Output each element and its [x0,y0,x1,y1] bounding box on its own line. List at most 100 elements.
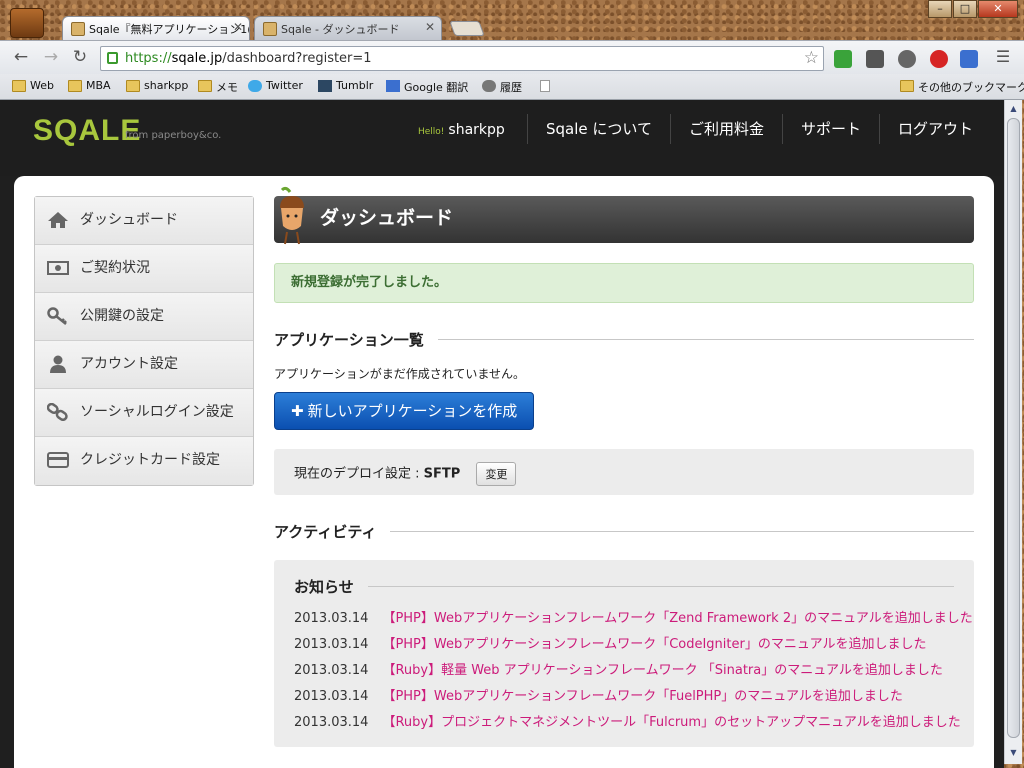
extension-translate-icon[interactable] [960,50,978,68]
bookmark-web[interactable]: Web [12,79,54,92]
news-link[interactable]: 【PHP】Webアプリケーションフレームワーク「CodeIgniter」のマニュ… [382,637,926,652]
nav-pricing[interactable]: ご利用料金 [669,114,782,144]
nav-logout[interactable]: ログアウト [878,114,991,144]
close-tab-icon[interactable]: ✕ [425,20,435,34]
sidebar-menu: ダッシュボード ご契約状況 公開鍵の設定 アカウント設定 ソーシャルログイン設定… [34,196,254,486]
browser-app-icon[interactable] [10,8,44,38]
applications-heading: アプリケーション一覧 [274,329,974,350]
site-nav: Sqale について ご利用料金 サポート ログアウト [527,114,991,144]
site-header: SQALE from paperboy&co. Hello! sharkpp Sq… [0,100,1004,176]
folder-icon [126,80,140,92]
close-tab-icon[interactable]: ✕ [233,20,243,34]
clock-icon [482,80,496,92]
twitter-icon [248,80,262,92]
news-box: お知らせ 2013.03.14 【PHP】Webアプリケーションフレームワーク「Z… [274,560,974,747]
deploy-label: 現在のデプロイ設定 : [294,466,424,482]
home-icon [48,212,68,228]
back-icon[interactable]: ← [10,47,32,69]
divider [367,586,954,587]
bookmark-other[interactable]: その他のブックマーク [900,79,1024,95]
address-bar[interactable]: https://sqale.jp/dashboard?register=1 ☆ [100,46,824,71]
extension-rss-icon[interactable] [898,50,916,68]
sidebar-item-label: 公開鍵の設定 [80,308,164,324]
tumblr-icon [318,80,332,92]
menu-icon[interactable]: ☰ [992,47,1014,69]
browser-chrome: Sqale『無料アプリケーション1( ✕ Sqale - ダッシュボード ✕ –… [0,0,1024,100]
bookmark-tumblr[interactable]: Tumblr [318,79,373,92]
browser-toolbar: ← → ↻ https://sqale.jp/dashboard?registe… [0,40,1024,74]
news-date: 2013.03.14 [294,611,369,626]
favicon-icon [263,22,277,36]
nav-about[interactable]: Sqale について [527,114,670,144]
reload-icon[interactable]: ↻ [69,47,91,69]
change-deploy-button[interactable]: 変更 [476,462,517,486]
deploy-settings-box: 現在のデプロイ設定 : SFTP 変更 [274,449,974,495]
folder-icon [198,80,212,92]
page-title-bar: ダッシュボード [274,186,974,245]
page-title: ダッシュボード [320,207,454,229]
logo-byline: from paperboy&co. [125,130,222,141]
divider [390,531,974,532]
bookmark-sharkpp[interactable]: sharkpp [126,79,188,92]
url-path: /dashboard?register=1 [222,51,372,66]
news-link[interactable]: 【PHP】Webアプリケーションフレームワーク「Zend Framework 2… [382,611,972,626]
sidebar-item-public-key[interactable]: 公開鍵の設定 [35,293,253,341]
create-application-button[interactable]: ✚ 新しいアプリケーションを作成 [274,392,535,430]
maximize-button[interactable]: □ [953,0,977,18]
bookmark-google-translate[interactable]: Google 翻訳 [386,79,468,95]
minimize-button[interactable]: – [928,0,952,18]
news-date: 2013.03.14 [294,715,369,730]
news-link[interactable]: 【Ruby】軽量 Web アプリケーションフレームワーク 「Sinatra」のマ… [382,663,942,678]
news-heading: お知らせ [294,576,954,597]
sidebar-item-account[interactable]: アカウント設定 [35,341,253,389]
credit-card-icon [47,452,69,468]
sidebar-item-label: ダッシュボード [80,212,178,228]
new-tab-button[interactable] [449,21,485,36]
bookmark-history[interactable]: 履歴 [482,79,522,95]
success-alert: 新規登録が完了しました。 [274,263,974,303]
url-host: sqale.jp [171,51,223,66]
news-item: 2013.03.14 【PHP】Webアプリケーションフレームワーク「Zend F… [294,607,973,626]
vertical-scrollbar[interactable]: ▲ ▼ [1004,100,1022,764]
tab-sqale-dashboard[interactable]: Sqale - ダッシュボード ✕ [254,16,442,40]
main-content: ダッシュボード 新規登録が完了しました。 アプリケーション一覧 アプリケーション… [274,186,974,747]
bookmark-mba[interactable]: MBA [68,79,111,92]
sidebar-item-contract[interactable]: ご契約状況 [35,245,253,293]
news-date: 2013.03.14 [294,637,369,652]
money-icon [47,261,69,275]
url-scheme: https:// [125,51,172,66]
bookmark-twitter[interactable]: Twitter [248,79,303,92]
extension-refresh-icon[interactable] [834,50,852,68]
news-link[interactable]: 【PHP】Webアプリケーションフレームワーク「FuelPHP」のマニュアルを追… [382,689,902,704]
sidebar-item-label: ソーシャルログイン設定 [80,404,234,420]
extension-stop-icon[interactable] [930,50,948,68]
sidebar-item-credit-card[interactable]: クレジットカード設定 [35,437,253,485]
sidebar-item-dashboard[interactable]: ダッシュボード [35,197,253,245]
sidebar-item-label: ご契約状況 [80,260,150,276]
forward-icon[interactable]: → [40,47,62,69]
bookmark-memo[interactable]: メモ [198,79,238,95]
tab-sqale-register[interactable]: Sqale『無料アプリケーション1( ✕ [62,16,250,40]
page-viewport: SQALE from paperboy&co. Hello! sharkpp Sq… [0,100,1004,768]
deploy-value: SFTP [423,466,461,482]
plus-icon: ✚ [291,402,304,420]
scroll-up-icon[interactable]: ▲ [1007,102,1020,116]
bookmarks-bar: Web MBA sharkpp メモ Twitter Tumblr Google… [0,74,1024,100]
applications-empty-message: アプリケーションがまだ作成されていません。 [274,367,526,381]
news-date: 2013.03.14 [294,689,369,704]
news-item: 2013.03.14 【PHP】Webアプリケーションフレームワーク「FuelPH… [294,685,954,704]
username[interactable]: sharkpp [448,122,504,138]
news-item: 2013.03.14 【Ruby】軽量 Web アプリケーションフレームワーク 「… [294,659,954,678]
close-window-button[interactable]: ✕ [978,0,1018,18]
scroll-down-icon[interactable]: ▼ [1007,746,1020,760]
scrollbar-thumb[interactable] [1007,118,1020,738]
nav-support[interactable]: サポート [781,114,879,144]
news-item: 2013.03.14 【Ruby】プロジェクトマネジメントツール「Fulcrum」… [294,711,961,730]
bookmark-star-icon[interactable]: ☆ [804,47,819,70]
sidebar-item-label: クレジットカード設定 [80,452,220,468]
favicon-icon [71,22,85,36]
sidebar-item-social-login[interactable]: ソーシャルログイン設定 [35,389,253,437]
news-link[interactable]: 【Ruby】プロジェクトマネジメントツール「Fulcrum」のセットアップマニュ… [382,715,960,730]
extension-glasses-icon[interactable] [866,50,884,68]
hello-label: Hello! [418,127,445,137]
